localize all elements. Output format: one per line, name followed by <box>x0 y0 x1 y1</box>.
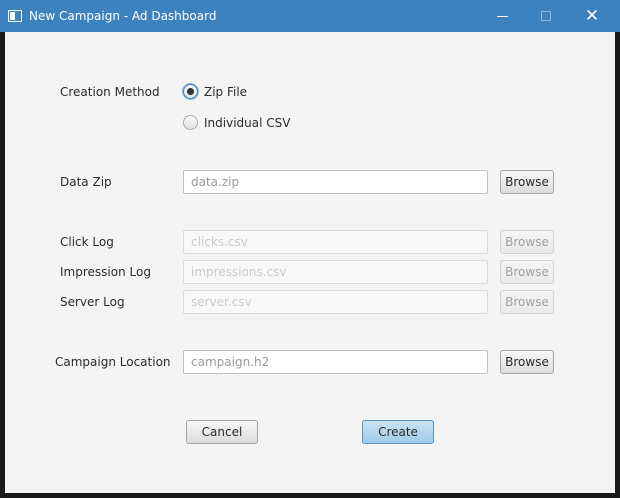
campaign-location-input[interactable] <box>183 350 488 374</box>
minimize-icon <box>496 15 508 17</box>
window-title: New Campaign - Ad Dashboard <box>29 9 217 23</box>
creation-method-label: Creation Method <box>60 85 160 99</box>
impression-log-input[interactable] <box>183 260 488 284</box>
radio-individual-csv[interactable]: Individual CSV <box>183 115 290 130</box>
maximize-icon <box>541 11 551 21</box>
server-log-browse-button[interactable]: Browse <box>500 290 554 314</box>
maximize-button[interactable] <box>524 0 568 32</box>
radio-checked-icon <box>183 84 198 99</box>
app-icon <box>8 10 22 22</box>
campaign-location-label: Campaign Location <box>55 355 171 369</box>
create-button[interactable]: Create <box>362 420 434 444</box>
cancel-button[interactable]: Cancel <box>186 420 258 444</box>
title-bar[interactable]: New Campaign - Ad Dashboard ✕ <box>0 0 620 32</box>
close-icon: ✕ <box>584 5 600 26</box>
click-log-label: Click Log <box>60 235 114 249</box>
data-zip-browse-button[interactable]: Browse <box>500 170 554 194</box>
data-zip-input[interactable] <box>183 170 488 194</box>
server-log-label: Server Log <box>60 295 125 309</box>
impression-log-label: Impression Log <box>60 265 151 279</box>
impression-log-browse-button[interactable]: Browse <box>500 260 554 284</box>
radio-unchecked-icon <box>183 115 198 130</box>
campaign-location-browse-button[interactable]: Browse <box>500 350 554 374</box>
radio-individual-csv-label: Individual CSV <box>204 115 291 130</box>
data-zip-label: Data Zip <box>60 175 112 189</box>
new-campaign-dialog: New Campaign - Ad Dashboard ✕ Creation M… <box>0 0 620 498</box>
click-log-input[interactable] <box>183 230 488 254</box>
radio-zip-file-label: Zip File <box>204 84 248 99</box>
server-log-input[interactable] <box>183 290 488 314</box>
radio-zip-file[interactable]: Zip File <box>183 84 247 99</box>
minimize-button[interactable] <box>480 0 524 32</box>
close-button[interactable]: ✕ <box>570 0 614 32</box>
click-log-browse-button[interactable]: Browse <box>500 230 554 254</box>
